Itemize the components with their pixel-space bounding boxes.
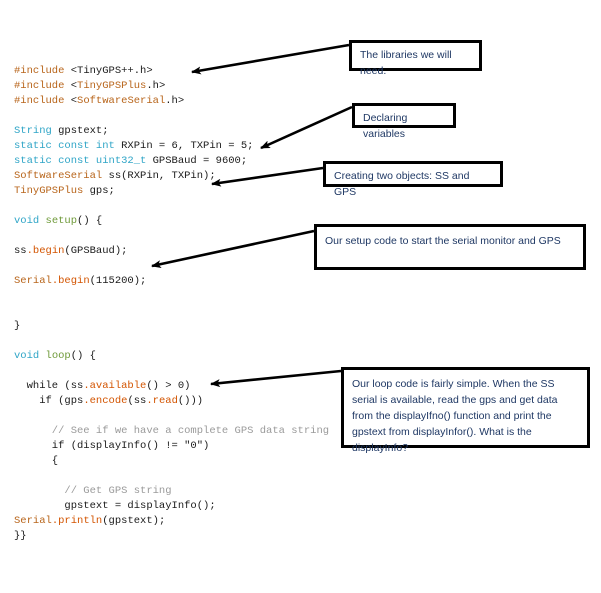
code-token: if ( [14,395,65,407]
code-token: String [14,125,52,137]
code-token: .h> [165,95,185,107]
code-line: // Get GPS string [14,484,344,499]
code-line: }} [14,529,344,544]
code-token: } [14,320,21,332]
code-token: GPSBaud = 9600; [146,155,248,167]
code-token: void [14,350,46,362]
code-token: if (displayInfo() != "0") [14,440,210,452]
code-token: () > 0) [146,380,191,392]
code-line: TinyGPSPlus gps; [14,184,344,199]
code-token: ())) [177,395,204,407]
code-token: (gpstext); [102,515,166,527]
code-listing: #include <TinyGPS++.h> #include <TinyGPSP… [14,64,344,544]
code-token: .begin [26,245,65,257]
code-token: }} [14,530,27,542]
callout-loop: Our loop code is fairly simple. When the… [341,367,590,454]
code-token: // See if we have a complete GPS data st… [14,425,330,437]
code-token: Serial [14,515,52,527]
code-line: { [14,454,344,469]
code-token: gpstext; [51,125,109,137]
code-line: gpstext = displayInfo(); [14,499,344,514]
code-token: #include [14,95,71,107]
code-token: TinyGPSPlus [77,80,147,92]
code-line: // See if we have a complete GPS data st… [14,424,344,439]
code-token: <TinyGPS++.h> [70,65,153,77]
code-token: setup [45,215,78,227]
code-token: (GPSBaud); [64,245,128,257]
code-token: ss [14,245,27,257]
code-line: static const int RXPin = 6, TXPin = 5; [14,139,344,154]
callout-setup: Our setup code to start the serial monit… [314,224,586,270]
code-token: () { [70,350,96,362]
code-token: .encode [83,395,128,407]
code-token: while ( [14,380,71,392]
code-token: Serial [14,275,52,287]
code-token: .begin [51,275,90,287]
code-token: static const int [14,140,115,152]
code-token: loop [45,350,71,362]
code-line: static const uint32_t GPSBaud = 9600; [14,154,344,169]
code-token: .available [83,380,147,392]
code-token: ss [133,395,147,407]
code-line: if (gps.encode(ss.read())) [14,394,344,409]
code-token: .println [51,515,103,527]
code-token: static const uint32_t [14,155,147,167]
code-line: void setup() { [14,214,344,229]
code-token: TinyGPSPlus [14,185,84,197]
code-token: ss [70,380,84,392]
code-token: gps; [83,185,115,197]
code-token: RXPin = 6, TXPin = 5; [114,140,254,152]
code-line: Serial.println(gpstext); [14,514,344,529]
code-token: #include [14,80,71,92]
code-line: Serial.begin(115200); [14,274,344,289]
code-token: // Get GPS string [14,485,172,497]
code-token: () { [77,215,103,227]
code-token: (115200); [89,275,147,287]
code-line: void loop() { [14,349,344,364]
code-token: .read [146,395,178,407]
code-token: gpstext = displayInfo(); [14,500,216,512]
code-token: #include [14,65,71,77]
callout-objects: Creating two objects: SS and GPS [323,161,503,198]
code-token: gps [64,395,84,407]
code-token: void [14,215,46,227]
code-token: SoftwareSerial [77,95,166,107]
code-token: ss(RXPin, TXPin); [102,170,216,182]
code-token: { [14,455,59,467]
code-line: #include <TinyGPS++.h> [14,64,344,79]
code-line: while (ss.available() > 0) [14,379,344,394]
callout-variables: Declaring variables [352,103,456,140]
code-line: SoftwareSerial ss(RXPin, TXPin); [14,169,344,184]
code-line: String gpstext; [14,124,344,139]
code-token: SoftwareSerial [14,170,103,182]
code-line: ss.begin(GPSBaud); [14,244,344,259]
code-line: #include <TinyGPSPlus.h> [14,79,344,94]
code-line: } [14,319,344,334]
code-line: #include <SoftwareSerial.h> [14,94,344,109]
callout-libraries: The libraries we will need. [349,40,482,77]
code-line: if (displayInfo() != "0") [14,439,344,454]
code-token: .h> [146,80,166,92]
